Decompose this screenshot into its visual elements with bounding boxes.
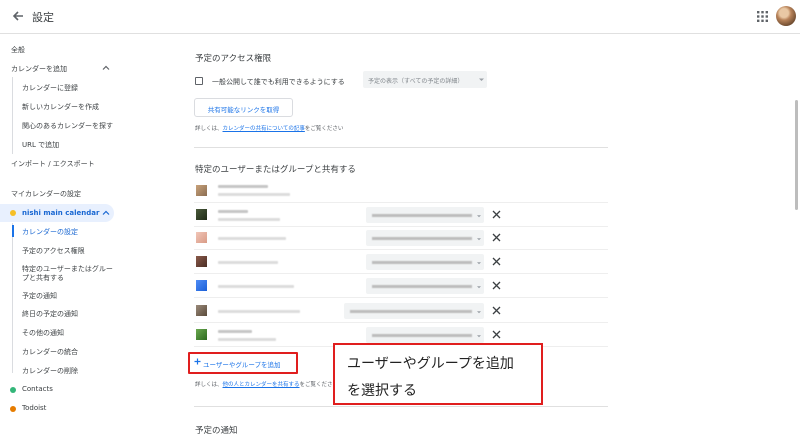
share-email xyxy=(218,193,290,196)
section-divider xyxy=(194,406,608,407)
app-header: 設定 xyxy=(0,0,800,34)
share-permission-select[interactable] xyxy=(366,207,484,223)
caret-down-icon xyxy=(477,311,481,314)
sidebar-tree-line xyxy=(12,223,13,373)
instruction-callout: ユーザーやグループを追加 を選択する xyxy=(333,343,543,405)
share-email xyxy=(218,285,294,288)
share-avatar xyxy=(196,329,207,340)
sidebar-item-general[interactable]: 全般 xyxy=(11,45,25,55)
share-avatar xyxy=(196,232,207,243)
section-title-notifications: 予定の通知 xyxy=(195,426,238,436)
avatar[interactable] xyxy=(776,6,796,26)
caret-down-icon xyxy=(477,286,481,289)
share-avatar xyxy=(196,185,207,196)
page-title: 設定 xyxy=(32,11,54,24)
close-icon[interactable] xyxy=(492,306,501,315)
add-user-label: ユーザーやグループを追加 xyxy=(203,361,281,369)
active-indicator xyxy=(12,225,14,237)
share-row xyxy=(194,252,608,274)
share-email xyxy=(218,261,278,264)
chevron-up-icon[interactable] xyxy=(102,209,110,217)
close-icon[interactable] xyxy=(492,233,501,242)
share-name xyxy=(218,210,248,213)
share-permission-select[interactable] xyxy=(366,254,484,270)
chevron-up-icon[interactable] xyxy=(102,64,110,72)
sidebar-item-share-with-people-cont: プと共有する xyxy=(22,274,64,282)
caret-down-icon xyxy=(477,215,481,218)
public-checkbox[interactable] xyxy=(195,77,203,85)
close-icon[interactable] xyxy=(492,330,501,339)
get-shareable-link-button[interactable]: 共有可能なリンクを取得 xyxy=(194,98,293,117)
caret-down-icon xyxy=(477,238,481,241)
public-label: 一般公開して誰でも利用できるようにする xyxy=(212,78,345,86)
scrollbar[interactable] xyxy=(795,100,798,210)
share-email xyxy=(218,338,276,341)
share-row xyxy=(194,205,608,227)
calendar-color-dot xyxy=(10,406,16,412)
plus-icon xyxy=(194,358,201,365)
settings-sidebar: 全般 カレンダーを追加 カレンダーに登録 新しいカレンダーを作成 関心のあるカレ… xyxy=(0,35,120,437)
caret-down-icon xyxy=(479,78,484,81)
sidebar-item-subscribe[interactable]: カレンダーに登録 xyxy=(22,83,78,93)
sidebar-item-access-permissions[interactable]: 予定のアクセス権限 xyxy=(22,246,85,256)
share-avatar xyxy=(196,256,207,267)
share-name xyxy=(218,330,252,333)
share-avatar xyxy=(196,305,207,316)
apps-grid-icon[interactable] xyxy=(757,11,768,22)
sidebar-item-integrate-calendar[interactable]: カレンダーの統合 xyxy=(22,347,78,357)
sidebar-section-my-calendars: マイカレンダーの設定 xyxy=(11,190,81,198)
sidebar-item-calendar-name: nishi main calendar xyxy=(22,209,100,217)
share-row xyxy=(194,276,608,298)
sidebar-tree-line xyxy=(12,77,13,154)
share-row xyxy=(194,301,608,323)
public-visibility-select[interactable]: 予定の表示（すべての予定の詳細） xyxy=(363,71,487,88)
select-value: 予定の表示（すべての予定の詳細） xyxy=(368,78,464,85)
section-title-access: 予定のアクセス権限 xyxy=(195,54,272,64)
share-help-text: 詳しくは、他の人とカレンダーを共有するをご覧ください xyxy=(195,382,339,388)
help-link-share-calendar[interactable]: 他の人とカレンダーを共有する xyxy=(223,382,300,388)
close-icon[interactable] xyxy=(492,281,501,290)
settings-main: 予定のアクセス権限 一般公開して誰でも利用できるようにする 予定の表示（すべての… xyxy=(120,35,800,437)
close-icon[interactable] xyxy=(492,257,501,266)
caret-down-icon xyxy=(477,262,481,265)
add-user-or-group-button[interactable]: ユーザーやグループを追加 xyxy=(188,352,298,374)
sidebar-item-import-export[interactable]: インポート / エクスポート xyxy=(11,159,95,169)
share-avatar xyxy=(196,280,207,291)
section-divider xyxy=(194,147,608,148)
callout-line-1: ユーザーやグループを追加 xyxy=(347,356,514,372)
sidebar-item-create-calendar[interactable]: 新しいカレンダーを作成 xyxy=(22,102,99,112)
sidebar-item-from-url[interactable]: URL で追加 xyxy=(22,140,59,150)
sidebar-item-allday-notifications[interactable]: 終日の予定の通知 xyxy=(22,309,78,319)
share-name xyxy=(218,185,268,188)
caret-down-icon xyxy=(477,335,481,338)
calendar-color-dot xyxy=(10,210,16,216)
sidebar-item-contacts[interactable]: Contacts xyxy=(22,385,53,393)
sidebar-item-event-notifications[interactable]: 予定の通知 xyxy=(22,291,57,301)
close-icon[interactable] xyxy=(492,210,501,219)
share-permission-select[interactable] xyxy=(366,230,484,246)
section-title-share: 特定のユーザーまたはグループと共有する xyxy=(195,165,356,175)
sidebar-item-add-calendar[interactable]: カレンダーを追加 xyxy=(11,64,67,74)
sidebar-item-other-notifications[interactable]: その他の通知 xyxy=(22,328,64,338)
calendar-color-dot xyxy=(10,387,16,393)
share-email xyxy=(218,237,286,240)
callout-line-2: を選択する xyxy=(347,383,417,399)
sidebar-item-calendar-settings[interactable]: カレンダーの設定 xyxy=(22,227,78,237)
help-link-sharing[interactable]: カレンダーの共有についての記事 xyxy=(223,126,305,132)
share-permission-select[interactable] xyxy=(344,303,484,319)
share-avatar xyxy=(196,209,207,220)
share-permission-select[interactable] xyxy=(366,278,484,294)
share-email xyxy=(218,218,280,221)
share-row xyxy=(194,228,608,250)
share-row xyxy=(194,181,608,203)
arrow-left-icon[interactable] xyxy=(10,8,26,24)
share-email xyxy=(218,310,300,313)
sidebar-item-todoist[interactable]: Todoist xyxy=(22,404,46,412)
sidebar-item-remove-calendar[interactable]: カレンダーの削除 xyxy=(22,366,78,376)
sidebar-item-browse-calendars[interactable]: 関心のあるカレンダーを探す xyxy=(22,121,113,131)
share-permission-select[interactable] xyxy=(366,327,484,343)
access-help-text: 詳しくは、カレンダーの共有についての記事をご覧ください xyxy=(195,126,344,132)
